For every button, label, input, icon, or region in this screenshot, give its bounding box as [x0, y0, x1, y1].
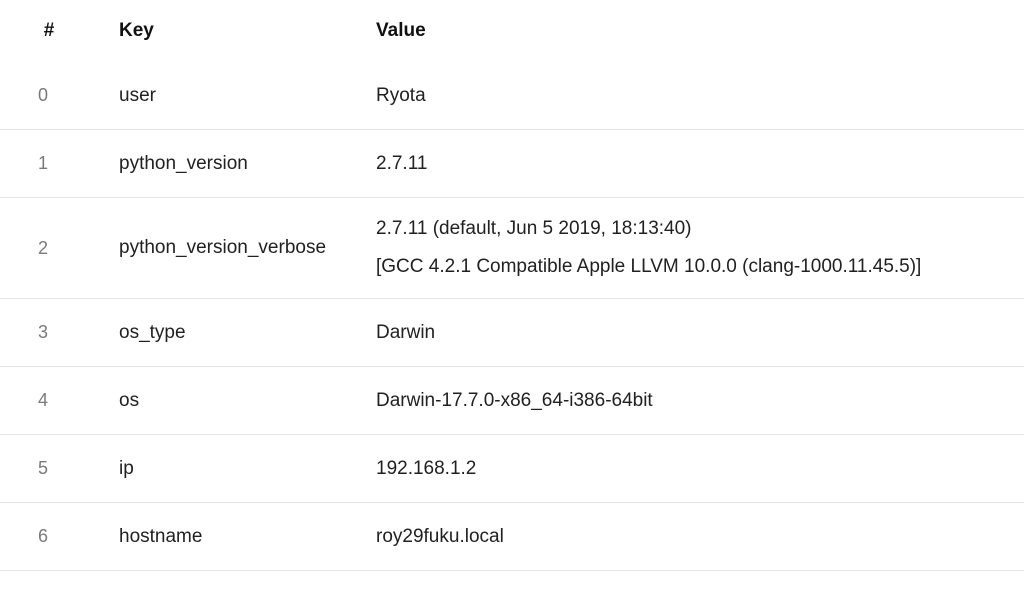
row-index: 0	[37, 85, 48, 105]
row-key: user	[119, 84, 156, 106]
row-value-line: 2.7.11	[376, 152, 428, 174]
row-value-line: roy29fuku.local	[376, 525, 504, 547]
row-key: os	[119, 389, 140, 411]
table-row: 5 ip 192.168.1.2	[0, 435, 1024, 503]
row-value: 2.7.11	[343, 145, 1024, 183]
row-index: 6	[37, 526, 48, 546]
row-index: 1	[37, 153, 48, 173]
row-value: Ryota	[343, 77, 1024, 115]
row-key: python_version_verbose	[119, 237, 327, 258]
column-header-value: Value	[376, 20, 426, 41]
key-value-table: # Key Value 0 user Ryota 1 python_versio…	[0, 0, 1024, 571]
row-value-line: 192.168.1.2	[376, 457, 477, 479]
table-row: 4 os Darwin-17.7.0-x86_64-i386-64bit	[0, 367, 1024, 435]
row-value: Darwin-17.7.0-x86_64-i386-64bit	[343, 382, 1024, 420]
row-index: 4	[37, 390, 48, 410]
row-key: os_type	[119, 321, 186, 343]
row-index: 5	[37, 458, 48, 478]
row-key: hostname	[119, 525, 203, 547]
row-value-line: Ryota	[376, 84, 426, 106]
table-row: 1 python_version 2.7.11	[0, 130, 1024, 198]
row-value: 192.168.1.2	[343, 450, 1024, 488]
row-value-line: 2.7.11 (default, Jun 5 2019, 18:13:40)	[376, 218, 692, 239]
table-header: # Key Value	[0, 0, 1024, 62]
row-value: roy29fuku.local	[343, 518, 1024, 556]
row-value: Darwin	[343, 314, 1024, 352]
row-value: 2.7.11 (default, Jun 5 2019, 18:13:40) […	[343, 210, 1024, 286]
row-index: 2	[37, 237, 48, 258]
table-row: 3 os_type Darwin	[0, 299, 1024, 367]
row-key: ip	[119, 457, 134, 479]
row-index: 3	[37, 322, 48, 342]
table-row: 6 hostname roy29fuku.local	[0, 503, 1024, 571]
row-value-line: Darwin	[376, 321, 436, 343]
table-row: 2 python_version_verbose 2.7.11 (default…	[0, 198, 1024, 299]
row-value-line: Darwin-17.7.0-x86_64-i386-64bit	[376, 389, 653, 411]
column-header-key: Key	[119, 20, 154, 41]
row-key: python_version	[119, 152, 248, 174]
table-row: 0 user Ryota	[0, 62, 1024, 130]
column-header-index: #	[43, 20, 55, 41]
row-value-line: [GCC 4.2.1 Compatible Apple LLVM 10.0.0 …	[376, 256, 922, 277]
